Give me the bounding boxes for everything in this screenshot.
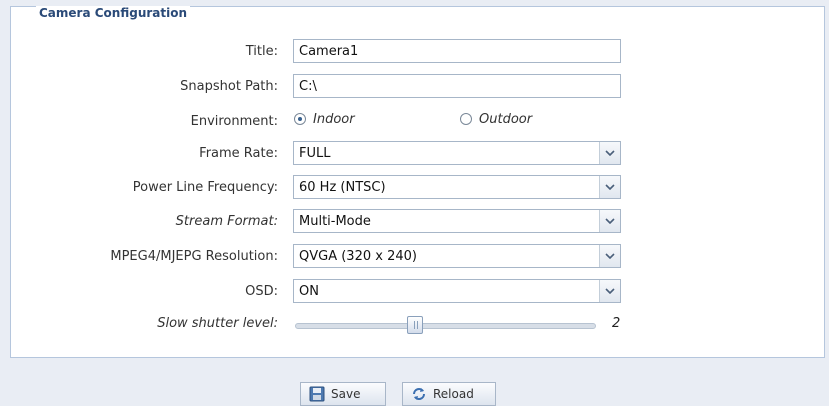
frame-rate-select[interactable]: FULL xyxy=(293,141,621,165)
radio-indoor[interactable]: Indoor xyxy=(294,112,355,127)
radio-unchecked-icon xyxy=(460,113,472,125)
reload-button[interactable]: Reload xyxy=(402,382,496,406)
osd-label: OSD: xyxy=(245,284,278,299)
radio-checked-icon xyxy=(294,113,306,125)
frame-rate-row: Frame Rate: FULL xyxy=(0,140,829,168)
stream-format-row: Stream Format: Multi-Mode xyxy=(0,208,829,236)
chevron-down-icon[interactable] xyxy=(599,280,620,302)
osd-row: OSD: ON xyxy=(0,278,829,306)
power-line-frequency-select[interactable]: 60 Hz (NTSC) xyxy=(293,175,621,199)
chevron-down-icon[interactable] xyxy=(599,176,620,198)
resolution-label: MPEG4/MJEPG Resolution: xyxy=(110,249,278,264)
resolution-row: MPEG4/MJEPG Resolution: QVGA (320 x 240) xyxy=(0,243,829,271)
chevron-down-icon[interactable] xyxy=(599,142,620,164)
slow-shutter-slider-track[interactable] xyxy=(295,323,596,329)
save-button[interactable]: Save xyxy=(300,382,386,406)
environment-label: Environment: xyxy=(190,114,278,129)
snapshot-path-input[interactable]: C:\ xyxy=(293,74,621,98)
frame-rate-label: Frame Rate: xyxy=(199,146,278,161)
radio-indoor-label: Indoor xyxy=(313,112,355,127)
reload-button-label: Reload xyxy=(433,387,474,401)
panel-title: Camera Configuration xyxy=(36,6,191,20)
resolution-select[interactable]: QVGA (320 x 240) xyxy=(293,244,621,268)
save-button-label: Save xyxy=(331,387,361,401)
power-line-frequency-row: Power Line Frequency: 60 Hz (NTSC) xyxy=(0,174,829,202)
slow-shutter-row: Slow shutter level: 2 xyxy=(0,310,829,338)
environment-row: Environment: Indoor Outdoor xyxy=(0,108,829,136)
osd-select[interactable]: ON xyxy=(293,279,621,303)
power-line-frequency-label: Power Line Frequency: xyxy=(132,180,278,195)
title-input[interactable]: Camera1 xyxy=(293,39,621,63)
resolution-value: QVGA (320 x 240) xyxy=(299,249,417,264)
stream-format-select[interactable]: Multi-Mode xyxy=(293,209,621,233)
refresh-icon xyxy=(411,386,427,402)
stream-format-value: Multi-Mode xyxy=(299,214,371,229)
frame-rate-value: FULL xyxy=(299,146,331,161)
power-line-frequency-value: 60 Hz (NTSC) xyxy=(299,180,386,195)
title-label: Title: xyxy=(245,44,278,59)
slow-shutter-value: 2 xyxy=(612,316,621,331)
slow-shutter-label: Slow shutter level: xyxy=(157,316,278,331)
chevron-down-icon[interactable] xyxy=(599,210,620,232)
stream-format-label: Stream Format: xyxy=(175,214,278,229)
title-row: Title: Camera1 xyxy=(0,38,829,66)
floppy-disk-icon xyxy=(309,386,325,402)
slow-shutter-slider-thumb[interactable] xyxy=(407,316,424,334)
chevron-down-icon[interactable] xyxy=(599,245,620,267)
snapshot-path-label: Snapshot Path: xyxy=(180,79,278,94)
radio-outdoor-label: Outdoor xyxy=(479,112,533,127)
snapshot-path-row: Snapshot Path: C:\ xyxy=(0,73,829,101)
osd-value: ON xyxy=(299,284,319,299)
radio-outdoor[interactable]: Outdoor xyxy=(460,112,532,127)
